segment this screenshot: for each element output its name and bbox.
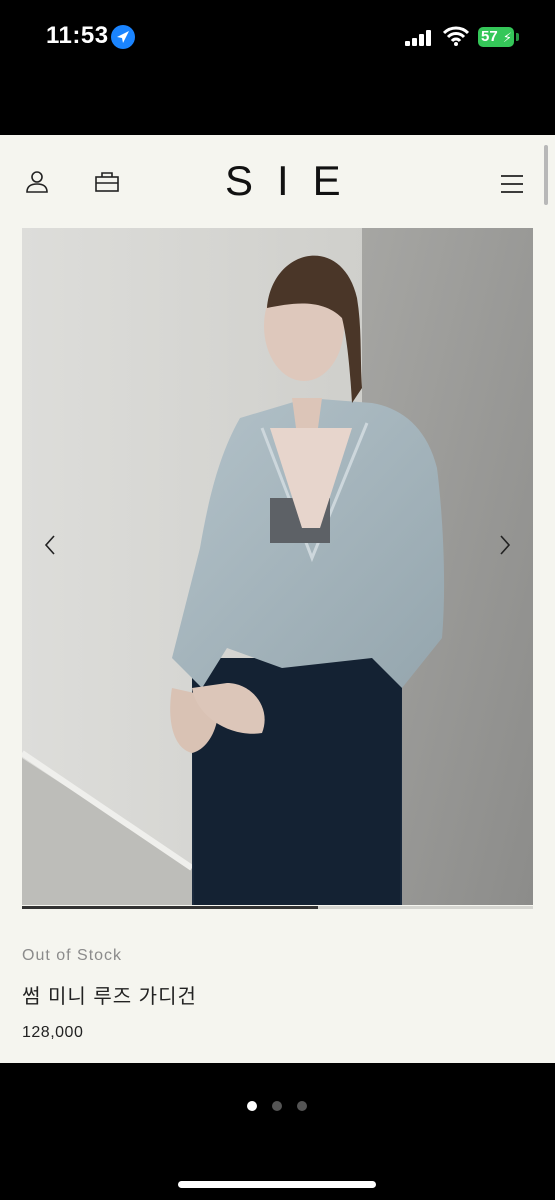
battery-level: 57 — [481, 28, 498, 45]
page-dot[interactable] — [247, 1101, 257, 1111]
page-dot[interactable] — [272, 1101, 282, 1111]
cellular-signal-icon — [405, 30, 431, 46]
site-logo[interactable]: SIE — [225, 159, 365, 203]
status-time: 11:53 — [46, 22, 109, 49]
chevron-right-icon[interactable] — [495, 533, 515, 557]
page-dot[interactable] — [297, 1101, 307, 1111]
viewer-footer — [0, 1063, 555, 1200]
product-info: Out of Stock 썸 미니 루즈 가디건 128,000 — [22, 945, 522, 1042]
wifi-icon — [443, 26, 469, 46]
gallery-progress-fill — [22, 906, 319, 909]
location-arrow-icon — [111, 25, 135, 49]
web-page: SIE Out of Stock 썸 미니 루즈 가디건 128,000 — [0, 135, 555, 1063]
product-price: 128,000 — [22, 1024, 84, 1041]
gallery-progress-bar — [22, 906, 533, 909]
product-image[interactable] — [22, 228, 533, 905]
status-bar: 11:53 57 ⚡ — [0, 0, 555, 75]
account-icon[interactable] — [25, 169, 49, 193]
menu-icon[interactable] — [500, 174, 524, 194]
viewer-toolbar — [0, 75, 555, 187]
battery-indicator: 57 ⚡ — [478, 27, 514, 47]
page-indicator[interactable] — [247, 1098, 322, 1111]
shopping-bag-icon[interactable] — [95, 172, 119, 192]
home-indicator[interactable] — [178, 1181, 376, 1188]
battery-cap — [516, 33, 519, 41]
product-photo — [22, 228, 533, 905]
stock-status: Out of Stock — [22, 947, 123, 964]
charging-bolt-icon: ⚡ — [502, 30, 512, 45]
product-name: 썸 미니 루즈 가디건 — [22, 986, 197, 1008]
site-header: SIE — [0, 135, 555, 227]
chevron-left-icon[interactable] — [40, 533, 60, 557]
